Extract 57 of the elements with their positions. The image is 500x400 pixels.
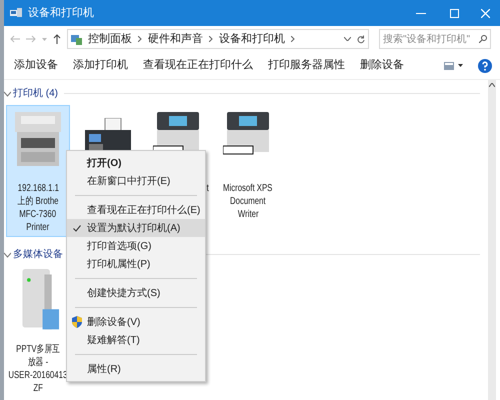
chevron-icon[interactable] — [138, 36, 142, 42]
menu-item[interactable]: 疑难解答(T) — [67, 331, 205, 349]
device-label: Document — [230, 195, 266, 208]
refresh-icon[interactable] — [357, 34, 365, 44]
search-icon — [479, 35, 487, 43]
toolbar-button[interactable]: 添加设备 — [14, 57, 58, 74]
expand-chevron-icon[interactable] — [4, 90, 11, 96]
chevron-icon[interactable] — [291, 36, 295, 42]
chevron-icon[interactable] — [209, 36, 213, 42]
toolbar-button[interactable]: 查看现在正在打印什么 — [143, 57, 253, 74]
toolbar-button[interactable]: 打印服务器属性 — [268, 57, 345, 74]
breadcrumb-item[interactable]: 硬件和声音 — [148, 30, 203, 48]
device-label: Printer — [26, 221, 50, 234]
toolbar-button[interactable]: 删除设备 — [360, 57, 404, 74]
menu-item[interactable]: 在新窗口中打开(E) — [67, 172, 205, 190]
device-label: 放器 - — [28, 356, 48, 369]
checkmark-icon — [73, 224, 81, 232]
scroll-up-icon[interactable] — [489, 83, 495, 87]
minimize-icon[interactable] — [416, 12, 426, 14]
menu-item[interactable]: 打印首选项(G) — [67, 237, 205, 255]
device-label: Writer — [238, 208, 258, 221]
up-arrow-icon[interactable] — [53, 34, 61, 44]
scrollbar[interactable] — [488, 80, 496, 400]
device-label: Microsoft XPS — [223, 182, 273, 195]
menu-item[interactable]: 打印机属性(P) — [67, 255, 205, 273]
window-title: 设备和打印机 — [28, 6, 94, 21]
menu-item[interactable]: 查看现在正在打印什么(E) — [67, 201, 205, 219]
control-panel-icon — [71, 34, 82, 44]
device-label: MFC-7360 — [20, 208, 56, 221]
toolbar-button[interactable]: 添加打印机 — [73, 57, 128, 74]
device-label: PPTV多屏互 — [16, 343, 60, 356]
device-item[interactable]: 192.168.1.1 上的 Brothe MFC-7360 Printer — [6, 105, 70, 237]
shield-icon — [72, 316, 82, 328]
group-header[interactable]: 多媒体设备 — [13, 247, 63, 262]
dropdown-icon[interactable] — [344, 37, 351, 41]
search-field[interactable]: 搜索"设备和打印机" — [379, 29, 491, 49]
help-icon[interactable] — [478, 58, 492, 72]
caret-icon[interactable] — [458, 64, 463, 67]
maximize-icon[interactable] — [450, 8, 459, 18]
device-label: t — [206, 182, 209, 195]
breadcrumb-item[interactable]: 控制面板 — [88, 30, 132, 48]
close-icon[interactable] — [481, 8, 490, 18]
menu-item[interactable]: 创建快捷方式(S) — [67, 284, 205, 302]
menu-item[interactable]: 设置为默认打印机(A) — [67, 219, 205, 237]
group-header[interactable]: 打印机 (4) — [13, 86, 58, 101]
device-label: 192.168.1.1 — [17, 182, 59, 195]
menu-item[interactable]: 删除设备(V) — [67, 313, 205, 331]
menu-item[interactable]: 打开(O) — [67, 154, 205, 172]
devices-icon — [10, 8, 22, 18]
address-bar[interactable]: 控制面板 硬件和声音 设备和打印机 — [67, 29, 369, 49]
device-label: USER-20160413 — [8, 369, 68, 382]
device-label: 上的 Brothe — [18, 195, 58, 208]
menu-item[interactable]: 属性(R) — [67, 360, 205, 378]
breadcrumb-item[interactable]: 设备和打印机 — [219, 30, 285, 48]
view-icon[interactable] — [444, 62, 454, 70]
device-label: ZF — [33, 382, 43, 395]
expand-chevron-icon[interactable] — [4, 252, 11, 258]
